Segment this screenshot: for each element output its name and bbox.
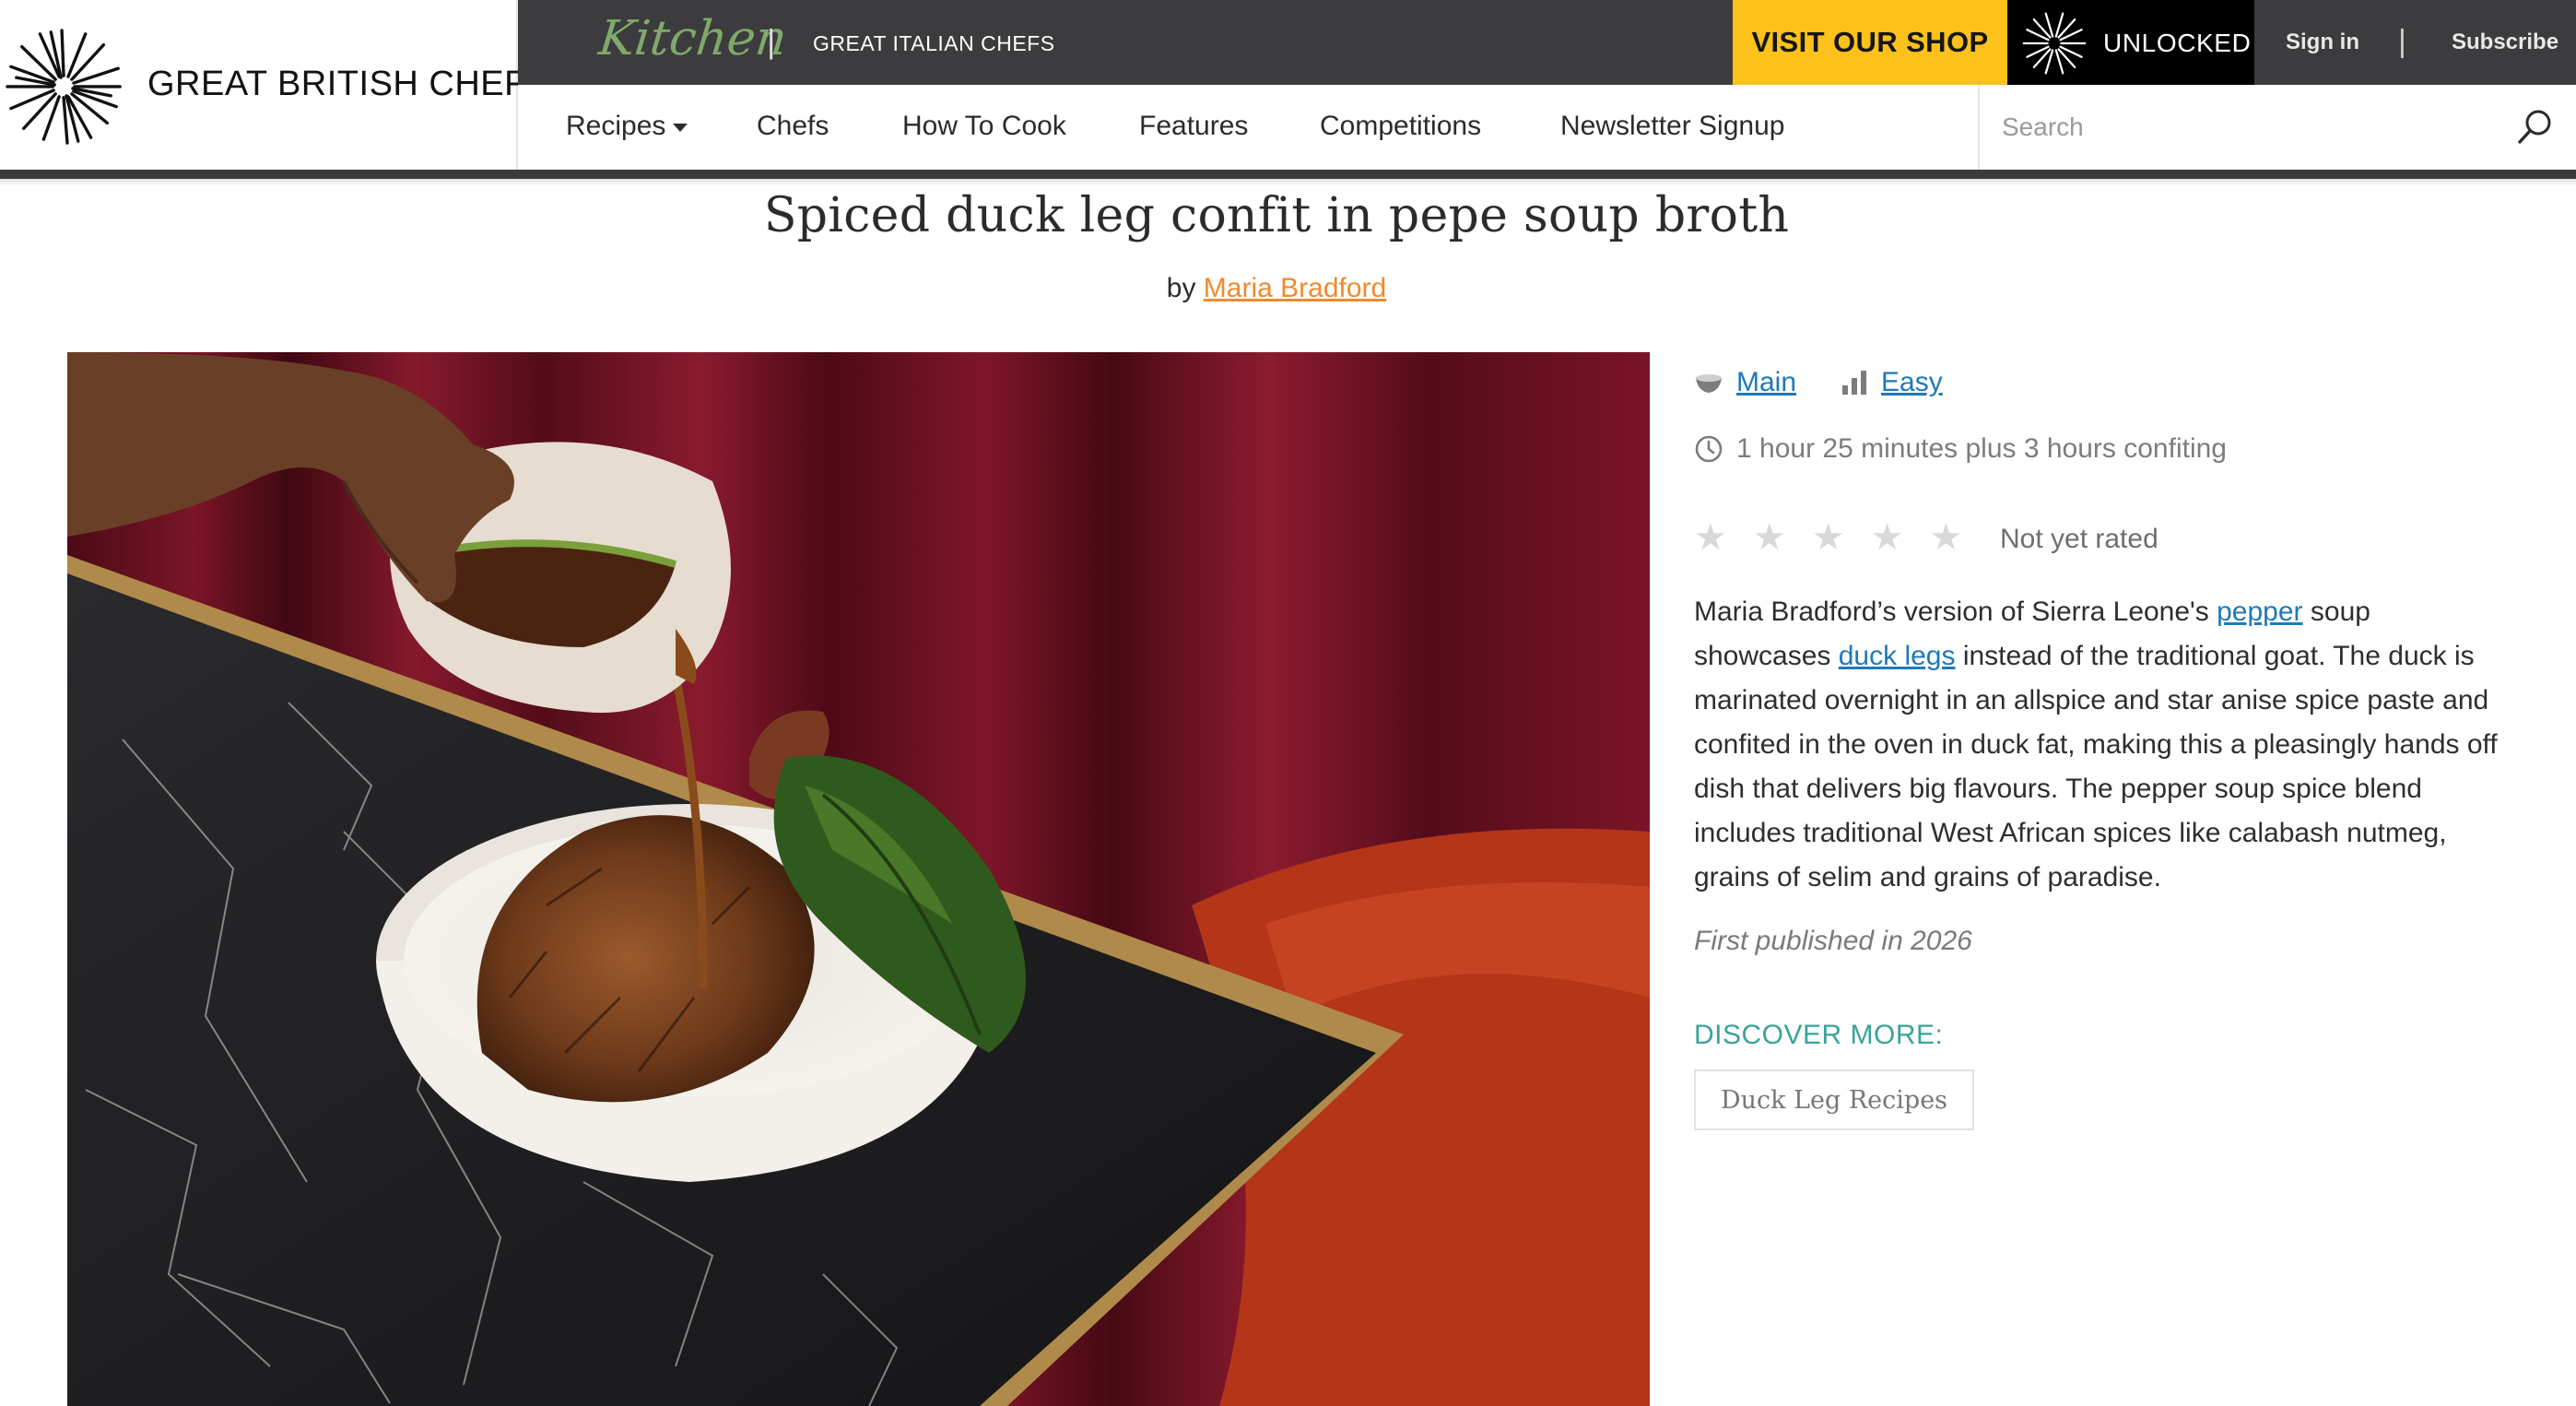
nav-features[interactable]: Features [1139, 111, 1248, 142]
course-link[interactable]: Main [1736, 367, 1796, 398]
pepper-link[interactable]: pepper [2217, 597, 2302, 627]
star-rating: ★ ★ ★ ★ ★ [1694, 516, 1988, 559]
author-link[interactable]: Maria Bradford [1204, 273, 1386, 303]
recipe-title: Spiced duck leg confit in pepe soup brot… [763, 188, 1790, 243]
published-date: First published in 2026 [1694, 926, 1972, 956]
search-icon[interactable] [2511, 103, 2558, 151]
brand-name: GREAT BRITISH CHEFS [147, 65, 550, 103]
nav-chefs[interactable]: Chefs [757, 111, 829, 142]
duck-legs-link[interactable]: duck legs [1839, 641, 1956, 671]
unlocked-button[interactable]: UNLOCKED [2007, 0, 2254, 85]
brand-burst-icon [6, 29, 122, 145]
bars-icon [1842, 371, 1867, 395]
search-bar [1978, 85, 2576, 170]
course-difficulty-row: Main Easy [1694, 367, 1943, 398]
topbar-divider: | [2398, 24, 2406, 59]
great-italian-chefs-link[interactable]: GREAT ITALIAN CHEFS [813, 31, 1055, 56]
nav-recipes-label: Recipes [566, 111, 666, 141]
nav-newsletter-signup[interactable]: Newsletter Signup [1560, 111, 1784, 142]
sign-in-link[interactable]: Sign in [2286, 30, 2359, 55]
star-icon[interactable]: ★ [1929, 516, 1962, 559]
visit-shop-button[interactable]: VISIT OUR SHOP [1733, 0, 2007, 85]
star-icon[interactable]: ★ [1871, 516, 1904, 559]
search-input[interactable] [2002, 105, 2500, 149]
subscribe-link[interactable]: Subscribe [2452, 30, 2558, 55]
topbar-divider: | [767, 22, 776, 60]
rating-status: Not yet rated [2000, 524, 2158, 554]
clock-icon [1695, 435, 1723, 463]
time-row: 1 hour 25 minutes plus 3 hours confiting [1694, 433, 2227, 465]
desc-text-1: Maria Bradford’s version of Sierra Leone… [1694, 597, 2217, 627]
kitchen-logo[interactable]: Kitchen [596, 11, 790, 66]
recipe-hero-image [67, 352, 1650, 1406]
star-icon[interactable]: ★ [1753, 516, 1786, 559]
byline-prefix: by [1166, 273, 1196, 303]
main-nav: Recipes Chefs How To Cook Features Compe… [518, 85, 2576, 170]
bowl-icon [1696, 374, 1722, 393]
star-icon[interactable]: ★ [1812, 516, 1845, 559]
unlocked-burst-icon [2022, 12, 2087, 75]
cook-time: 1 hour 25 minutes plus 3 hours confiting [1736, 433, 2227, 464]
nav-recipes[interactable]: Recipes [566, 111, 688, 142]
top-bar: Kitchen | GREAT ITALIAN CHEFS VISIT OUR … [518, 0, 2576, 85]
site-header: GREAT BRITISH CHEFS Kitchen | GREAT ITAL… [0, 0, 2576, 186]
nav-competitions[interactable]: Competitions [1320, 111, 1481, 142]
desc-text-3: instead of the traditional goat. The duc… [1694, 641, 2498, 892]
star-icon[interactable]: ★ [1694, 516, 1727, 559]
tag-duck-leg-recipes[interactable]: Duck Leg Recipes [1694, 1069, 1974, 1130]
nav-how-to-cook[interactable]: How To Cook [902, 111, 1066, 142]
caret-down-icon [673, 123, 688, 132]
header-rule [0, 170, 2576, 179]
header-shadow [0, 179, 2576, 186]
byline: by Maria Bradford [0, 273, 2553, 304]
recipe-description: Maria Bradford’s version of Sierra Leone… [1694, 590, 2505, 900]
brand-logo[interactable]: GREAT BRITISH CHEFS [0, 0, 549, 170]
discover-more-heading: DISCOVER MORE: [1694, 1020, 1944, 1050]
difficulty-link[interactable]: Easy [1881, 367, 1943, 398]
unlocked-label: UNLOCKED [2103, 29, 2252, 57]
